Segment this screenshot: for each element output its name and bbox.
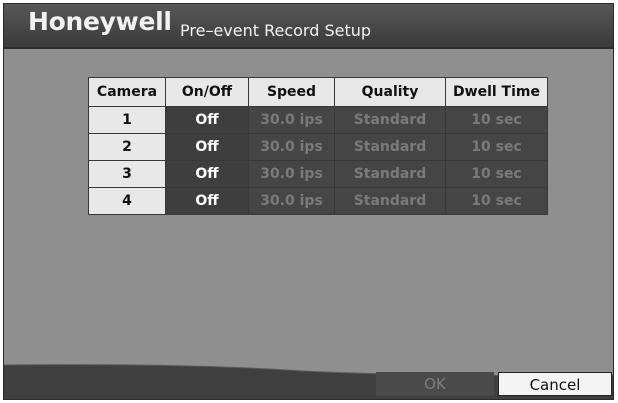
table-row: 3 Off 30.0 ips Standard 10 sec [88, 160, 548, 188]
camera-number-cell[interactable]: 2 [88, 133, 166, 161]
dwell-time-cell: 10 sec [445, 160, 548, 188]
cancel-button[interactable]: Cancel [498, 372, 612, 396]
on-off-cell[interactable]: Off [165, 106, 249, 134]
column-header-dwell-time: Dwell Time [445, 77, 548, 107]
header-bar: Honeywell Pre–event Record Setup [4, 4, 613, 49]
dwell-time-cell: 10 sec [445, 187, 548, 215]
speed-cell: 30.0 ips [248, 133, 335, 161]
quality-cell: Standard [334, 187, 446, 215]
on-off-cell[interactable]: Off [165, 160, 249, 188]
brand-logo: Honeywell [28, 7, 172, 36]
camera-number-cell[interactable]: 3 [88, 160, 166, 188]
table-row: 4 Off 30.0 ips Standard 10 sec [88, 187, 548, 215]
column-header-on-off: On/Off [165, 77, 249, 107]
dwell-time-cell: 10 sec [445, 106, 548, 134]
speed-cell: 30.0 ips [248, 187, 335, 215]
column-header-speed: Speed [248, 77, 335, 107]
speed-cell: 30.0 ips [248, 106, 335, 134]
table-header-row: Camera On/Off Speed Quality Dwell Time [88, 77, 548, 107]
quality-cell: Standard [334, 133, 446, 161]
camera-number-cell[interactable]: 1 [88, 106, 166, 134]
camera-number-cell[interactable]: 4 [88, 187, 166, 215]
column-header-camera: Camera [88, 77, 166, 107]
pre-event-record-setup-screen: Honeywell Pre–event Record Setup Camera … [3, 3, 614, 400]
column-header-quality: Quality [334, 77, 446, 107]
camera-settings-table: Camera On/Off Speed Quality Dwell Time 1… [88, 77, 548, 215]
ok-button[interactable]: OK [376, 372, 494, 396]
table-row: 2 Off 30.0 ips Standard 10 sec [88, 133, 548, 161]
on-off-cell[interactable]: Off [165, 133, 249, 161]
quality-cell: Standard [334, 160, 446, 188]
on-off-cell[interactable]: Off [165, 187, 249, 215]
page-title: Pre–event Record Setup [180, 21, 372, 40]
table-row: 1 Off 30.0 ips Standard 10 sec [88, 106, 548, 134]
speed-cell: 30.0 ips [248, 160, 335, 188]
dwell-time-cell: 10 sec [445, 133, 548, 161]
quality-cell: Standard [334, 106, 446, 134]
